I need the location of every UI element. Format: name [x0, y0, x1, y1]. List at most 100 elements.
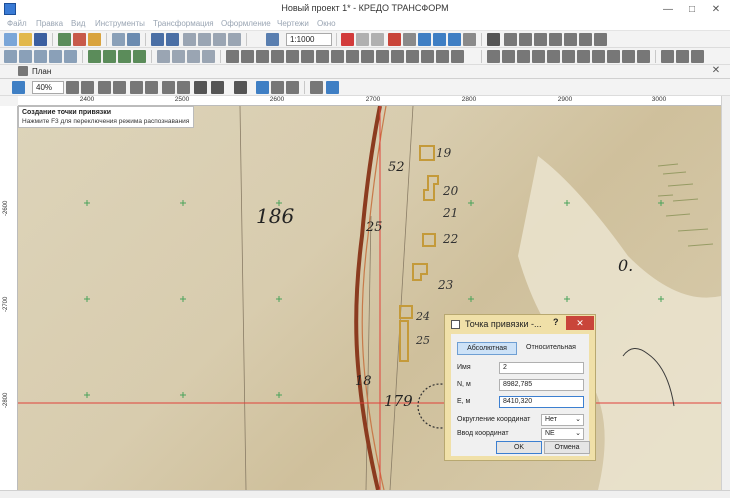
tool-e-icon[interactable]	[64, 50, 77, 63]
text-icon[interactable]	[487, 33, 500, 46]
zoom-in-icon[interactable]	[66, 81, 79, 94]
tool-j-icon[interactable]	[157, 50, 170, 63]
tool-s-icon[interactable]	[301, 50, 314, 63]
tool-d-icon[interactable]	[49, 50, 62, 63]
polyline-icon[interactable]	[519, 33, 532, 46]
filter-settings-icon[interactable]	[234, 81, 247, 94]
add-point-icon[interactable]	[73, 33, 86, 46]
tab-relative[interactable]: Относительная	[521, 342, 581, 355]
rounding-select[interactable]: Нет ⌄	[541, 414, 584, 426]
new-file-icon[interactable]	[4, 33, 17, 46]
layers-blue-icon[interactable]	[418, 33, 431, 46]
menu-edit[interactable]: Правка	[36, 19, 63, 28]
layers-icon[interactable]	[88, 33, 101, 46]
menu-transform[interactable]: Трансформация	[153, 19, 214, 28]
tool-c-icon[interactable]	[34, 50, 47, 63]
filter-icon[interactable]	[433, 33, 446, 46]
pen-icon[interactable]	[487, 50, 500, 63]
circle-icon[interactable]	[594, 33, 607, 46]
tool-y-icon[interactable]	[391, 50, 404, 63]
tool-x-icon[interactable]	[376, 50, 389, 63]
dialog-title-bar[interactable]: Точка привязки -... ? ✕	[445, 315, 595, 333]
menu-drawings[interactable]: Чертежи	[277, 19, 309, 28]
maximize-button[interactable]: □	[680, 0, 704, 18]
tool-t-icon[interactable]	[316, 50, 329, 63]
import-icon[interactable]	[58, 33, 71, 46]
frame-tool-icon[interactable]	[622, 50, 635, 63]
filter-options-icon[interactable]	[211, 81, 224, 94]
copy-icon[interactable]	[183, 33, 196, 46]
select-area-icon[interactable]	[256, 81, 269, 94]
filter-map-icon[interactable]	[194, 81, 207, 94]
image-icon[interactable]	[607, 50, 620, 63]
brush-icon[interactable]	[517, 50, 530, 63]
measure-icon[interactable]	[592, 50, 605, 63]
redo-icon[interactable]	[166, 33, 179, 46]
ok-button[interactable]: OK	[496, 441, 542, 454]
tool-n-icon[interactable]	[226, 50, 239, 63]
e-coordinate-field[interactable]: 8410,320	[499, 396, 584, 408]
tab-absolute[interactable]: Абсолютная	[457, 342, 517, 355]
menu-tools[interactable]: Инструменты	[95, 19, 145, 28]
clip-icon[interactable]	[676, 50, 689, 63]
snap-icon[interactable]	[356, 33, 369, 46]
erase-icon[interactable]	[577, 50, 590, 63]
menu-window[interactable]: Окно	[317, 19, 336, 28]
tool-m-icon[interactable]	[202, 50, 215, 63]
dialog-close-button[interactable]: ✕	[566, 316, 594, 330]
copy-layer-icon[interactable]	[112, 33, 125, 46]
move-icon[interactable]	[371, 33, 384, 46]
close-button[interactable]: ✕	[704, 0, 728, 18]
undo-icon[interactable]	[151, 33, 164, 46]
zoom-select[interactable]: 40%	[32, 81, 64, 94]
table-icon[interactable]	[463, 33, 476, 46]
zoom-all-icon[interactable]	[113, 81, 126, 94]
paste-layer-icon[interactable]	[127, 33, 140, 46]
tool-w-icon[interactable]	[361, 50, 374, 63]
menu-file[interactable]: Файл	[7, 19, 27, 28]
crosshair-icon[interactable]	[341, 33, 354, 46]
fill-icon[interactable]	[502, 50, 515, 63]
point-icon[interactable]	[562, 50, 575, 63]
input-mode-select[interactable]: NE ⌄	[541, 428, 584, 440]
square-icon[interactable]	[637, 50, 650, 63]
tool-b-icon[interactable]	[19, 50, 32, 63]
help-icon[interactable]: ?	[553, 317, 559, 327]
horizontal-scrollbar[interactable]	[0, 490, 730, 498]
polygon-icon[interactable]	[579, 33, 592, 46]
zoom-window-icon[interactable]	[98, 81, 111, 94]
print-icon[interactable]	[266, 33, 279, 46]
fit-icon[interactable]	[286, 81, 299, 94]
refresh-icon[interactable]	[271, 81, 284, 94]
paste-icon[interactable]	[198, 33, 211, 46]
delete-icon[interactable]	[228, 33, 241, 46]
tool-a-icon[interactable]	[4, 50, 17, 63]
settings-icon[interactable]	[691, 50, 704, 63]
pan-icon[interactable]	[130, 81, 143, 94]
menu-design[interactable]: Оформление	[221, 19, 271, 28]
zoom-prev-icon[interactable]	[162, 81, 175, 94]
vertical-scrollbar[interactable]	[721, 96, 730, 490]
frame-icon[interactable]	[403, 33, 416, 46]
tool-z-icon[interactable]	[406, 50, 419, 63]
tool-r-icon[interactable]	[286, 50, 299, 63]
tool-aa-icon[interactable]	[421, 50, 434, 63]
panel-close-icon[interactable]: ✕	[704, 63, 728, 77]
tool-k-icon[interactable]	[172, 50, 185, 63]
symbol-icon[interactable]	[547, 50, 560, 63]
tool-i-icon[interactable]	[133, 50, 146, 63]
open-folder-icon[interactable]	[19, 33, 32, 46]
tool-p-icon[interactable]	[256, 50, 269, 63]
rectangle-icon[interactable]	[534, 33, 547, 46]
tool-v-icon[interactable]	[346, 50, 359, 63]
minimize-button[interactable]: —	[656, 0, 680, 18]
grid-icon[interactable]	[388, 33, 401, 46]
comment-icon[interactable]	[661, 50, 674, 63]
tool-g-icon[interactable]	[103, 50, 116, 63]
select-mode-icon[interactable]	[12, 81, 25, 94]
cancel-button[interactable]: Отмена	[544, 441, 590, 454]
pan-back-icon[interactable]	[145, 81, 158, 94]
snap-cross-icon[interactable]	[310, 81, 323, 94]
ellipse-icon[interactable]	[564, 33, 577, 46]
lock-icon[interactable]	[326, 81, 339, 94]
